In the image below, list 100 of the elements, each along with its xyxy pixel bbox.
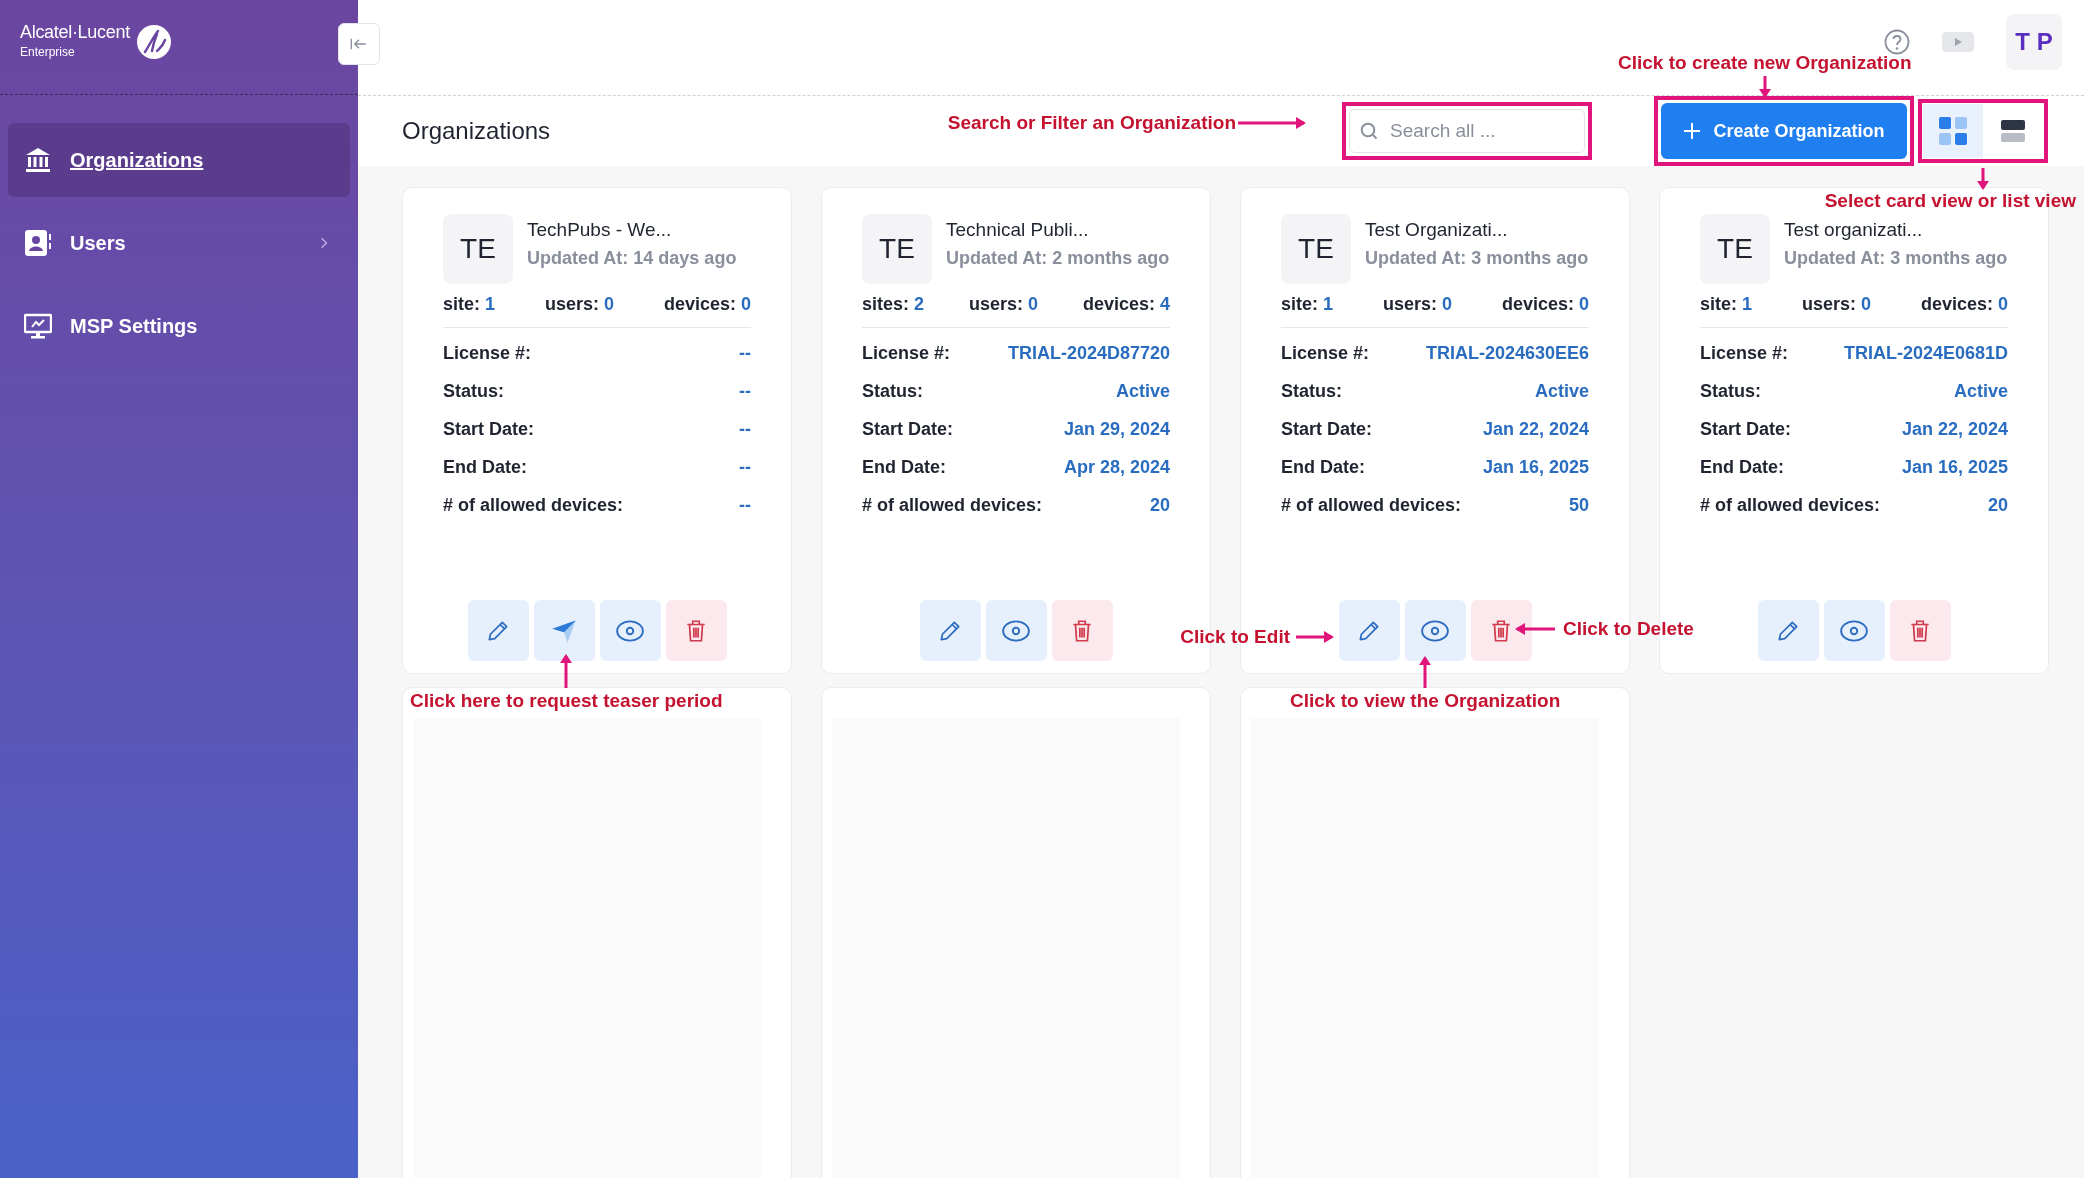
field-label: Status: — [443, 381, 504, 402]
page-title: Organizations — [402, 117, 551, 145]
video-play-icon[interactable] — [1942, 31, 1974, 52]
stat-text: devices: 4 — [1082, 294, 1170, 315]
delete-button[interactable] — [1051, 600, 1113, 661]
callout-text: Click to Edit — [1180, 626, 1290, 648]
brand-subtitle: Enterprise — [20, 45, 76, 59]
organization-initials: TE — [443, 214, 513, 284]
field-label: End Date: — [1281, 457, 1365, 478]
organization-name: TechPubs - We... — [527, 219, 673, 241]
field-label: Status: — [1281, 381, 1342, 402]
edit-button[interactable] — [1338, 600, 1400, 661]
plus-icon — [1683, 122, 1702, 140]
grid-icon — [1938, 116, 1968, 146]
stat-text: devices: 0 — [663, 294, 751, 315]
field-label: End Date: — [443, 457, 527, 478]
organization-initials: TE — [862, 214, 932, 284]
sidebar-item[interactable]: Users — [8, 206, 350, 280]
edit-button[interactable] — [467, 600, 529, 661]
updated-time: Updated At: 14 days ago — [527, 247, 737, 270]
user-card-icon — [24, 229, 52, 257]
field-value: TRIAL-2024E0681D — [1843, 343, 2008, 364]
field-value: 50 — [1568, 495, 1589, 516]
callout-arrow — [1976, 166, 1990, 190]
list-icon — [2000, 118, 2026, 144]
sidebar-item[interactable]: Organizations — [8, 123, 350, 197]
collapse-sidebar-button[interactable] — [338, 23, 380, 65]
field-label: Start Date: — [862, 419, 954, 440]
delete-button[interactable] — [1470, 600, 1532, 661]
callout-arrow — [559, 654, 574, 690]
field-label: License #: — [1281, 343, 1370, 364]
updated-time: Updated At: 2 months ago — [946, 247, 1170, 270]
organization-name: Test Organizati... — [1365, 219, 1509, 241]
bank-icon — [24, 146, 52, 174]
stat-text: devices: 0 — [1920, 294, 2008, 315]
field-value: -- — [739, 419, 751, 440]
edit-button[interactable] — [919, 600, 981, 661]
eye-icon — [1839, 617, 1869, 644]
field-value: -- — [739, 343, 751, 364]
stat-text: users: 0 — [1382, 294, 1452, 315]
field-label: License #: — [443, 343, 532, 364]
field-value: 20 — [1987, 495, 2008, 516]
logo-icon — [135, 24, 172, 60]
search-field[interactable]: Search all ... — [1349, 109, 1585, 153]
view-button[interactable] — [1404, 600, 1466, 661]
stat-text: users: 0 — [544, 294, 614, 315]
organization-initials: TE — [1281, 214, 1351, 284]
field-value: Active — [1115, 381, 1170, 402]
callout-arrow — [1294, 630, 1334, 644]
field-value: Active — [1534, 381, 1589, 402]
field-label: End Date: — [862, 457, 946, 478]
field-label: # of allowed devices: — [862, 495, 1043, 516]
field-value: TRIAL-2024630EE6 — [1425, 343, 1589, 364]
monitor-icon — [24, 312, 52, 340]
field-label: Start Date: — [443, 419, 535, 440]
field-label: Start Date: — [1281, 419, 1373, 440]
organization-name: Technical Publi... — [946, 219, 1090, 241]
view-button[interactable] — [599, 600, 661, 661]
field-label: License #: — [1700, 343, 1789, 364]
callout-text: Select card view or list view — [1824, 190, 2076, 212]
stat-text: users: 0 — [968, 294, 1038, 315]
view-button[interactable] — [985, 600, 1047, 661]
brand-name: Alcatel·Lucent — [20, 22, 130, 43]
callout-text: Click to view the Organization — [1290, 690, 1561, 712]
callout-text: Click to Delete — [1563, 618, 1694, 640]
callout-text: Search or Filter an Organization — [947, 112, 1236, 134]
sidebar-item[interactable]: MSP Settings — [8, 289, 350, 363]
delete-button[interactable] — [665, 600, 727, 661]
field-label: Status: — [862, 381, 923, 402]
updated-time: Updated At: 3 months ago — [1365, 247, 1589, 270]
field-value: -- — [739, 381, 751, 402]
send-button[interactable] — [533, 600, 595, 661]
eye-icon — [615, 617, 645, 644]
user-avatar[interactable]: T P — [2006, 13, 2062, 70]
field-value: Jan 16, 2025 — [1901, 457, 2008, 478]
organization-initials: TE — [1700, 214, 1770, 284]
edit-button[interactable] — [1757, 600, 1819, 661]
field-label: # of allowed devices: — [1281, 495, 1462, 516]
field-label: Start Date: — [1700, 419, 1792, 440]
stat-text: site: 1 — [443, 294, 496, 315]
eye-icon — [1420, 617, 1450, 644]
field-label: Status: — [1700, 381, 1761, 402]
field-value: -- — [739, 495, 751, 516]
field-value: Jan 29, 2024 — [1063, 419, 1170, 440]
organization-name: Test organizati... — [1784, 219, 1924, 241]
callout-arrow — [1236, 116, 1306, 130]
delete-button[interactable] — [1889, 600, 1951, 661]
callout-arrow — [1418, 656, 1433, 690]
field-value: Active — [1953, 381, 2008, 402]
create-organization-button[interactable]: Create Organization — [1661, 103, 1907, 159]
field-value: TRIAL-2024D87720 — [1007, 343, 1170, 364]
field-value: Jan 16, 2025 — [1482, 457, 1589, 478]
help-icon[interactable] — [1884, 28, 1910, 55]
field-value: Jan 22, 2024 — [1901, 419, 2008, 440]
grid-view-button[interactable] — [1923, 104, 1983, 158]
view-button[interactable] — [1823, 600, 1885, 661]
field-label: # of allowed devices: — [443, 495, 624, 516]
callout-text: Click here to request teaser period — [410, 690, 723, 712]
field-label: License #: — [862, 343, 951, 364]
updated-time: Updated At: 3 months ago — [1784, 247, 2008, 270]
